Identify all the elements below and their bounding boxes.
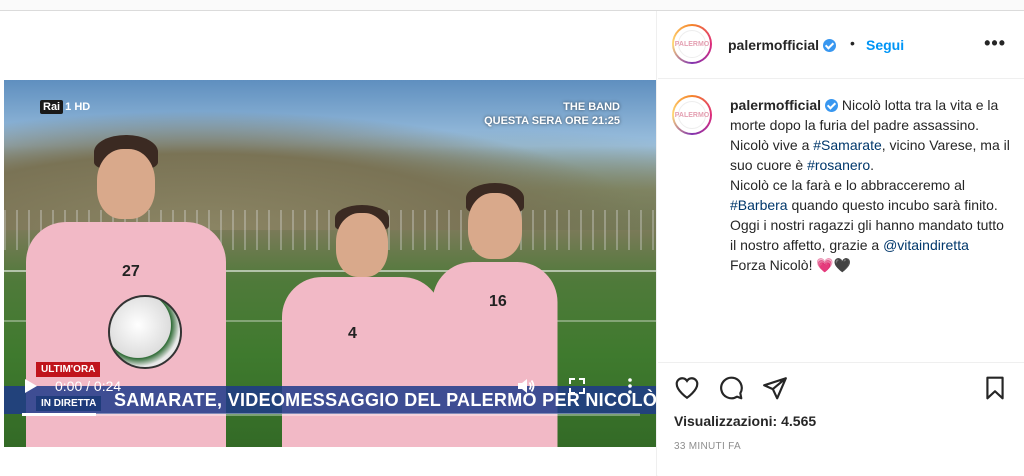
- post-timestamp[interactable]: 33 MINUTI FA: [674, 441, 741, 452]
- hashtag-link[interactable]: @vitaindiretta: [883, 237, 969, 253]
- channel-logo-text: Rai: [40, 100, 64, 114]
- follow-button[interactable]: Segui: [866, 37, 904, 53]
- caption-fragment: Nicolò vive a: [730, 137, 814, 153]
- breaking-news-tag: ULTIM'ORA: [36, 362, 101, 377]
- action-bar: [658, 362, 1024, 410]
- video-progress-fill: [22, 413, 97, 416]
- share-button[interactable]: [762, 375, 788, 401]
- caption-fragment: Forza Nicolò! 💗🖤: [730, 257, 852, 273]
- video-player[interactable]: 27 4 16 Rai 1 HD THE BAND QUESTA SERA OR…: [4, 80, 656, 447]
- player-head: [336, 213, 388, 277]
- fullscreen-icon: [569, 378, 585, 394]
- comment-button[interactable]: [718, 375, 744, 401]
- caption-fragment: Nicolò ce la farà e lo abbracceremo al: [730, 177, 966, 193]
- caption-avatar[interactable]: PALERMO: [672, 95, 712, 135]
- play-icon: [25, 379, 37, 393]
- player-jersey: [282, 277, 442, 447]
- channel-logo: Rai 1 HD: [40, 100, 90, 114]
- caption-area: PALERMO palermofficial Nicolò lotta tra …: [658, 80, 1024, 362]
- verified-icon: [823, 39, 837, 52]
- views-count[interactable]: Visualizzazioni: 4.565: [674, 413, 816, 429]
- fullscreen-button[interactable]: [567, 376, 587, 396]
- hashtag-link[interactable]: #Barbera: [730, 197, 788, 213]
- player-head: [467, 193, 522, 259]
- avatar-inner: PALERMO: [674, 26, 710, 62]
- caption-line: Nicolò ce la farà e lo abbracceremo al #…: [730, 175, 1014, 215]
- post-options-button[interactable]: •••: [984, 33, 1006, 54]
- promo-line-2: QUESTA SERA ORE 21:25: [484, 115, 620, 127]
- player-head: [97, 149, 155, 219]
- caption-username[interactable]: palermofficial: [730, 97, 839, 113]
- verified-icon: [825, 99, 839, 112]
- avatar[interactable]: PALERMO: [672, 24, 712, 64]
- jersey-number: 4: [348, 325, 357, 342]
- caption-fragment: .: [870, 157, 874, 173]
- football: [108, 295, 182, 369]
- play-button[interactable]: [20, 376, 40, 396]
- caption-username-text: palermofficial: [730, 97, 822, 113]
- volume-button[interactable]: [516, 376, 536, 396]
- caption-text: palermofficial Nicolò lotta tra la vita …: [730, 95, 1014, 275]
- video-progress-bar[interactable]: [22, 413, 640, 416]
- palermo-crest-icon: PALERMO: [675, 30, 709, 58]
- heart-icon: [675, 377, 699, 400]
- volume-icon: [518, 379, 535, 393]
- comment-icon: [720, 376, 743, 400]
- post-sidebar: PALERMO palermofficial • Segui ••• PALER…: [658, 11, 1024, 476]
- caption-line: Oggi i nostri ragazzi gli hanno mandato …: [730, 215, 1014, 255]
- jersey-number: 27: [122, 263, 140, 280]
- player-jersey: [432, 262, 557, 447]
- channel-hd: HD: [74, 101, 91, 113]
- media-panel: 27 4 16 Rai 1 HD THE BAND QUESTA SERA OR…: [0, 11, 657, 476]
- video-time: 0:00 / 0:24: [55, 378, 122, 394]
- channel-number: 1: [65, 101, 72, 113]
- save-button[interactable]: [982, 375, 1008, 401]
- username[interactable]: palermofficial: [728, 37, 837, 53]
- promo-overlay: THE BAND QUESTA SERA ORE 21:25: [484, 100, 620, 128]
- hashtag-link[interactable]: #Samarate: [813, 137, 881, 153]
- post-header: PALERMO palermofficial • Segui •••: [658, 11, 1024, 79]
- username-text: palermofficial: [728, 37, 820, 53]
- send-icon: [763, 377, 787, 400]
- caption-fragment: quando questo incubo sarà finito.: [787, 197, 998, 213]
- like-button[interactable]: [674, 375, 700, 401]
- jersey-number: 16: [489, 293, 507, 310]
- avatar-inner: PALERMO: [674, 97, 710, 133]
- video-more-button[interactable]: [620, 376, 640, 396]
- more-vertical-icon: [628, 378, 632, 394]
- separator-dot: •: [850, 35, 855, 51]
- live-tag: IN DIRETTA: [36, 396, 102, 411]
- bookmark-icon: [986, 376, 1004, 400]
- post-frame: 27 4 16 Rai 1 HD THE BAND QUESTA SERA OR…: [0, 10, 1024, 476]
- palermo-crest-icon: PALERMO: [675, 101, 709, 129]
- views-label: Visualizzazioni:: [674, 413, 778, 429]
- views-value: 4.565: [781, 413, 817, 429]
- caption-line: Nicolò vive a #Samarate, vicino Varese, …: [730, 135, 1014, 175]
- promo-line-1: THE BAND: [563, 101, 620, 113]
- caption-line: Forza Nicolò! 💗🖤: [730, 255, 1014, 275]
- hashtag-link[interactable]: #rosanero: [807, 157, 870, 173]
